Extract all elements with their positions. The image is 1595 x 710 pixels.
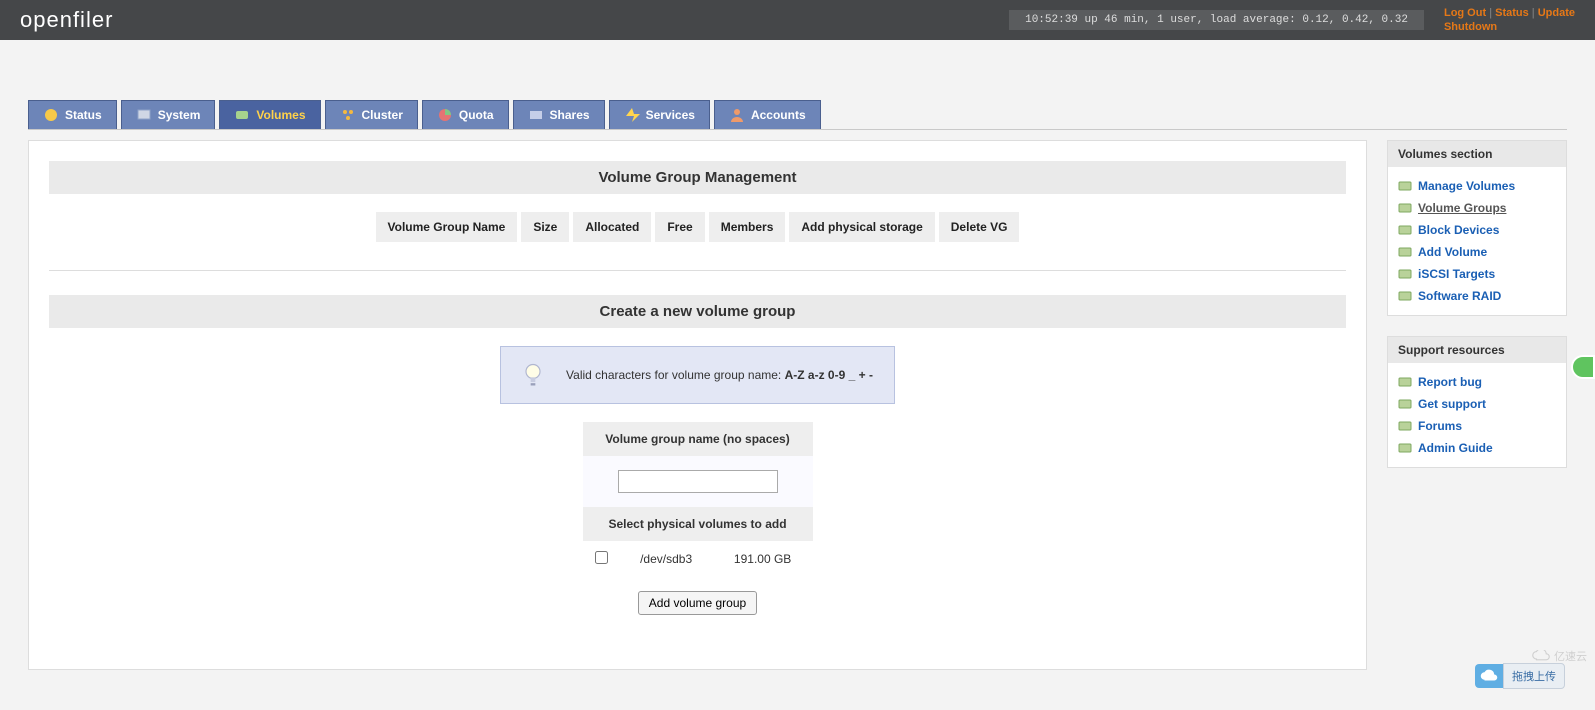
sidebar-link[interactable]: iSCSI Targets	[1418, 267, 1495, 281]
top-links: Log Out | Status | Update Shutdown	[1444, 6, 1575, 35]
sidebar-link[interactable]: Manage Volumes	[1418, 179, 1515, 193]
sidebar-link[interactable]: Volume Groups	[1418, 201, 1506, 215]
sidebar-link[interactable]: Get support	[1418, 397, 1486, 411]
vg-name-label: Volume group name (no spaces)	[583, 422, 813, 456]
sidebar-link[interactable]: Forums	[1418, 419, 1462, 433]
item-icon	[1398, 441, 1412, 455]
tab-status[interactable]: Status	[28, 100, 117, 129]
volumes-section-box: Volumes section Manage Volumes Volume Gro…	[1387, 140, 1567, 316]
item-icon	[1398, 245, 1412, 259]
item-icon	[1398, 419, 1412, 433]
pv-device: /dev/sdb3	[620, 541, 713, 577]
select-pv-label: Select physical volumes to add	[583, 507, 813, 541]
tab-cluster[interactable]: Cluster	[325, 100, 418, 129]
accounts-icon	[729, 107, 745, 123]
watermark: 亿速云	[1532, 648, 1587, 664]
tab-shares[interactable]: Shares	[513, 100, 605, 129]
vg-col-header: Add physical storage	[789, 212, 934, 242]
sidebar-item-support[interactable]: Get support	[1398, 393, 1556, 415]
tab-label: Quota	[459, 108, 494, 122]
vg-col-header: Volume Group Name	[376, 212, 518, 242]
tab-label: Volumes	[256, 108, 305, 122]
sidebar-link[interactable]: Add Volume	[1418, 245, 1487, 259]
sidebar-item-volumes[interactable]: Add Volume	[1398, 241, 1556, 263]
item-icon	[1398, 201, 1412, 215]
add-vg-button[interactable]: Add volume group	[638, 591, 757, 615]
pv-checkbox[interactable]	[595, 551, 608, 564]
update-link[interactable]: Update	[1538, 7, 1575, 19]
tab-services[interactable]: Services	[609, 100, 710, 129]
sidebar-item-support[interactable]: Forums	[1398, 415, 1556, 437]
divider	[49, 270, 1346, 271]
create-vg-title: Create a new volume group	[49, 295, 1346, 328]
hint-text: Valid characters for volume group name:	[566, 368, 785, 382]
tab-label: Cluster	[362, 108, 403, 122]
tab-label: System	[158, 108, 201, 122]
sidebar-item-support[interactable]: Admin Guide	[1398, 437, 1556, 459]
logo: openfiler	[20, 7, 113, 33]
vg-col-header: Free	[655, 212, 704, 242]
sidebar-item-volumes[interactable]: iSCSI Targets	[1398, 263, 1556, 285]
sidebar-item-volumes[interactable]: Volume Groups	[1398, 197, 1556, 219]
sidebar-item-volumes[interactable]: Software RAID	[1398, 285, 1556, 307]
sidebar-link[interactable]: Software RAID	[1418, 289, 1501, 303]
sidebar-link[interactable]: Block Devices	[1418, 223, 1499, 237]
cluster-icon	[340, 107, 356, 123]
item-icon	[1398, 375, 1412, 389]
item-icon	[1398, 223, 1412, 237]
uptime-status: 10:52:39 up 46 min, 1 user, load average…	[1009, 10, 1424, 30]
topbar: openfiler 10:52:39 up 46 min, 1 user, lo…	[0, 0, 1595, 40]
sidebar-link[interactable]: Admin Guide	[1418, 441, 1493, 455]
shares-icon	[528, 107, 544, 123]
vg-name-input[interactable]	[618, 470, 778, 493]
volumes-section-title: Volumes section	[1388, 141, 1566, 167]
item-icon	[1398, 397, 1412, 411]
status-icon	[43, 107, 59, 123]
support-section-title: Support resources	[1388, 337, 1566, 363]
upload-widget[interactable]: 拖拽上传	[1475, 663, 1565, 689]
vg-col-header: Size	[521, 212, 569, 242]
pv-size: 191.00 GB	[713, 541, 813, 577]
tab-volumes[interactable]: Volumes	[219, 100, 320, 129]
create-vg-form: Volume group name (no spaces) Select phy…	[583, 422, 813, 629]
tab-label: Services	[646, 108, 695, 122]
quota-icon	[437, 107, 453, 123]
lightbulb-icon	[519, 361, 547, 389]
status-link[interactable]: Status	[1495, 7, 1529, 19]
side-badge[interactable]	[1571, 355, 1595, 379]
sidebar-item-support[interactable]: Report bug	[1398, 371, 1556, 393]
tab-label: Accounts	[751, 108, 806, 122]
item-icon	[1398, 289, 1412, 303]
tab-label: Shares	[550, 108, 590, 122]
vg-col-header: Delete VG	[939, 212, 1020, 242]
volumes-icon	[234, 107, 250, 123]
sidebar-link[interactable]: Report bug	[1418, 375, 1482, 389]
item-icon	[1398, 179, 1412, 193]
tab-accounts[interactable]: Accounts	[714, 100, 821, 129]
vg-col-header: Allocated	[573, 212, 651, 242]
support-section-box: Support resources Report bug Get support F…	[1387, 336, 1567, 468]
tab-system[interactable]: System	[121, 100, 216, 129]
main-content: Volume Group Management Volume Group Nam…	[28, 140, 1367, 670]
sidebar-item-volumes[interactable]: Block Devices	[1398, 219, 1556, 241]
vg-mgmt-title: Volume Group Management	[49, 161, 1346, 194]
cloud-icon	[1475, 664, 1503, 688]
shutdown-link[interactable]: Shutdown	[1444, 21, 1497, 33]
services-icon	[624, 107, 640, 123]
tab-label: Status	[65, 108, 102, 122]
main-tabs: Status System Volumes Cluster Quota Shares Ser…	[28, 100, 1567, 129]
vg-table: Volume Group NameSizeAllocatedFreeMember…	[372, 208, 1024, 246]
vg-col-header: Members	[709, 212, 786, 242]
tab-quota[interactable]: Quota	[422, 100, 509, 129]
hint-box: Valid characters for volume group name: …	[500, 346, 895, 404]
item-icon	[1398, 267, 1412, 281]
hint-chars: A-Z a-z 0-9 _ + -	[785, 368, 873, 382]
sidebar-item-volumes[interactable]: Manage Volumes	[1398, 175, 1556, 197]
logout-link[interactable]: Log Out	[1444, 7, 1486, 19]
upload-label: 拖拽上传	[1503, 663, 1565, 689]
system-icon	[136, 107, 152, 123]
